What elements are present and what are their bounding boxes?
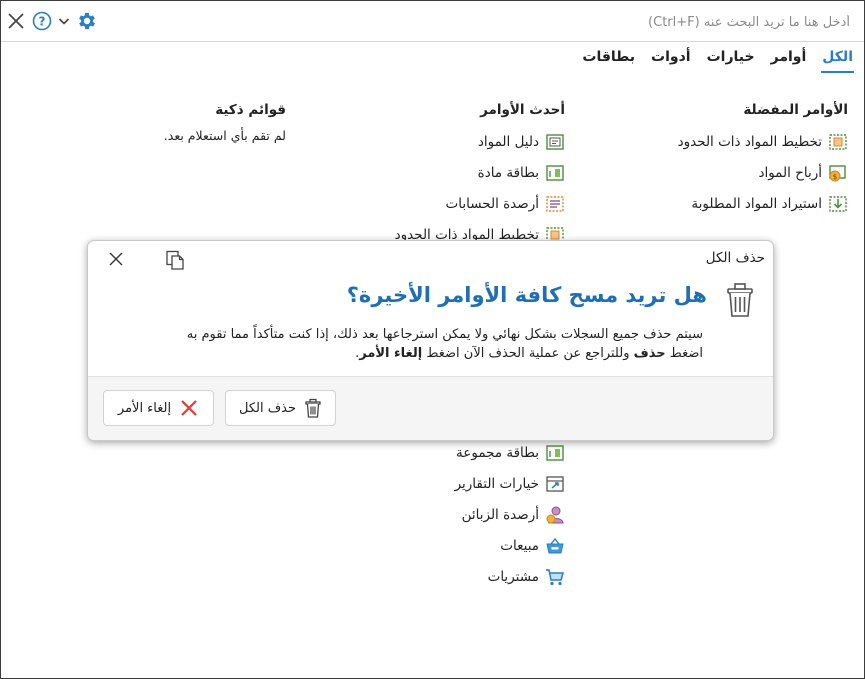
delete-all-button[interactable]: حذف الكل (225, 390, 336, 426)
recent-item[interactable]: أرصدة الزبائن (455, 499, 565, 530)
text-fragment: اضغط (665, 346, 703, 361)
account-balances-icon (546, 195, 564, 212)
material-card-icon (546, 164, 564, 181)
help-icon[interactable]: ? (31, 10, 53, 32)
delete-all-dialog: حذف الكل هل تريد مسح كافة الأوامر الأخير… (87, 240, 774, 441)
favorite-item[interactable]: استيراد المواد المطلوبة (588, 188, 848, 219)
cancel-button[interactable]: إلغاء الأمر (103, 390, 214, 426)
recent-item[interactable]: دليل المواد (325, 126, 565, 157)
delete-trash-icon (305, 398, 321, 418)
emphasis-cancel: إلغاء الأمر (359, 346, 423, 361)
tab-cards[interactable]: بطاقات (581, 49, 636, 73)
tab-tools[interactable]: أدوات (650, 49, 692, 73)
recent-item[interactable]: مبيعات (455, 530, 565, 561)
recent-item[interactable]: مشتريات (455, 561, 565, 592)
recent-title: أحدث الأوامر (480, 102, 565, 118)
favorite-label: أرباح المواد (758, 164, 822, 181)
favorite-item[interactable]: تخطيط المواد ذات الحدود (588, 126, 848, 157)
recent-label: مشتريات (487, 568, 539, 585)
recent-label: أرصدة الزبائن (461, 506, 539, 523)
tab-commands[interactable]: أوامر (770, 49, 808, 73)
top-bar: ? (1, 1, 864, 42)
material-profit-icon: $ (829, 164, 846, 181)
recent-column: أحدث الأوامر دليل المواد بطاقة مادة أرصد… (325, 102, 565, 585)
tab-options[interactable]: خيارات (706, 49, 756, 73)
favorite-label: استيراد المواد المطلوبة (691, 195, 822, 212)
recent-item[interactable]: بطاقة مجموعة (455, 437, 565, 468)
copy-icon[interactable] (164, 249, 186, 275)
close-icon[interactable] (5, 10, 27, 32)
favorite-item[interactable]: $ أرباح المواد (588, 157, 848, 188)
recent-item[interactable]: أرصدة الحسابات (325, 188, 565, 219)
delete-all-label: حذف الكل (238, 400, 297, 416)
svg-text:$: $ (833, 173, 837, 181)
dialog-heading: هل تريد مسح كافة الأوامر الأخيرة؟ (346, 283, 707, 307)
shopping-cart-icon (546, 568, 564, 585)
recent-item[interactable]: بطاقة مادة (325, 157, 565, 188)
dialog-message-line: سيتم حذف جميع السجلات بشكل نهائي ولا يمك… (186, 327, 703, 342)
customer-balances-icon (546, 506, 564, 523)
svg-text:?: ? (39, 15, 46, 29)
tab-all[interactable]: الكل (821, 49, 854, 73)
text-fragment: وللتراجع عن عملية الحذف الآن اضغط (422, 346, 634, 361)
smart-lists-title: قوائم ذكية (215, 102, 286, 118)
filter-tabs: الكل أوامر خيارات أدوات بطاقات (581, 49, 854, 73)
report-options-icon (546, 475, 564, 492)
recent-item[interactable]: خيارات التقارير (455, 468, 565, 499)
cancel-label: إلغاء الأمر (117, 400, 172, 416)
favorites-column: الأوامر المفضلة تخطيط المواد ذات الحدود … (588, 102, 848, 219)
emphasis-delete: حذف (633, 346, 666, 361)
recent-label: بطاقة مادة (477, 164, 539, 181)
cancel-x-icon (181, 400, 197, 416)
group-card-icon (546, 444, 564, 461)
materials-guide-icon (546, 133, 564, 150)
smart-lists-column: قوائم ذكية لم تقم بأي استعلام بعد. (46, 102, 286, 143)
recent-label: دليل المواد (477, 133, 539, 150)
recent-label: مبيعات (500, 537, 539, 554)
dialog-title: حذف الكل (705, 250, 765, 266)
recent-label: بطاقة مجموعة (456, 444, 539, 461)
chevron-down-icon[interactable] (56, 10, 72, 32)
search-input[interactable] (248, 9, 852, 35)
gear-icon[interactable] (76, 10, 98, 32)
app-window: ? الكل أوامر خيارات أدوات بطاقات الأوامر… (0, 0, 865, 679)
dialog-message: سيتم حذف جميع السجلات بشكل نهائي ولا يمك… (103, 325, 703, 363)
trash-icon (723, 281, 757, 323)
dialog-footer: حذف الكل إلغاء الأمر (88, 376, 773, 440)
recent-label: أرصدة الحسابات (445, 195, 540, 212)
favorite-label: تخطيط المواد ذات الحدود (677, 133, 822, 150)
dialog-message-line: اضغط حذف وللتراجع عن عملية الحذف الآن اض… (103, 344, 703, 363)
smart-lists-empty-text: لم تقم بأي استعلام بعد. (163, 128, 286, 143)
material-planning-icon (829, 133, 847, 150)
dialog-close-icon[interactable] (108, 251, 124, 271)
sales-basket-icon (546, 537, 564, 553)
recent-label: خيارات التقارير (454, 475, 539, 492)
favorites-title: الأوامر المفضلة (743, 102, 848, 118)
material-import-icon (829, 195, 847, 212)
